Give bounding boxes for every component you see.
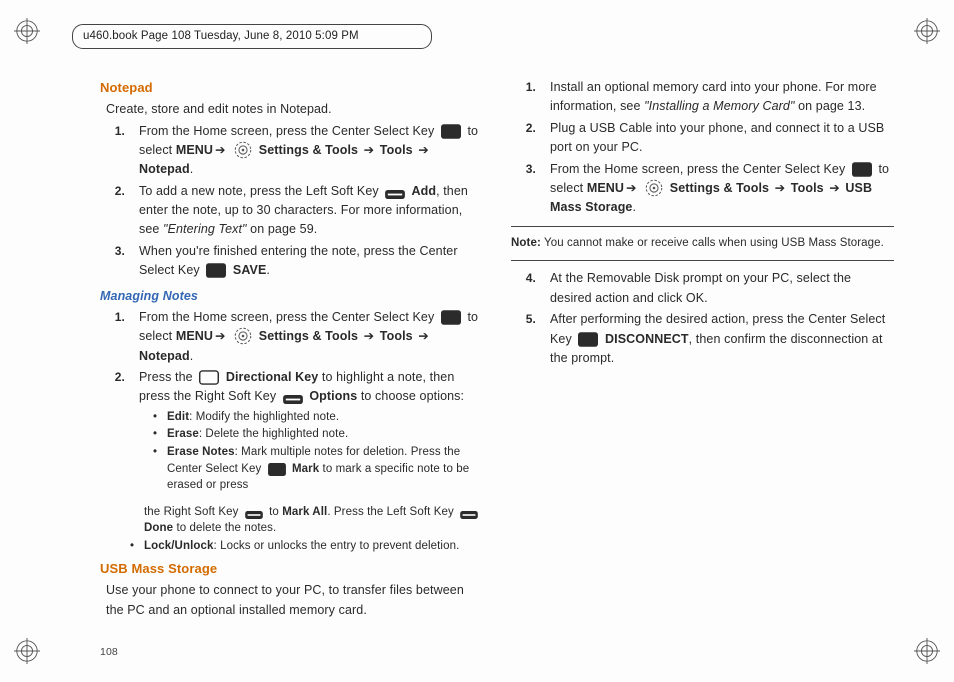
step-number: 2. bbox=[110, 182, 125, 240]
register-mark-br bbox=[914, 638, 940, 664]
settings-gear-icon bbox=[645, 179, 663, 197]
step-body: From the Home screen, press the Center S… bbox=[550, 160, 894, 218]
page-number: 108 bbox=[100, 644, 118, 660]
step-number: 2. bbox=[521, 119, 536, 158]
step-body: Plug a USB Cable into your phone, and co… bbox=[550, 119, 894, 158]
center-select-key-icon bbox=[578, 332, 598, 347]
center-select-key-icon bbox=[852, 162, 872, 177]
center-select-key-icon bbox=[268, 463, 286, 476]
settings-gear-icon bbox=[234, 327, 252, 345]
step-number: 4. bbox=[521, 269, 536, 308]
notepad-intro: Create, store and edit notes in Notepad. bbox=[106, 100, 483, 119]
step-body: To add a new note, press the Left Soft K… bbox=[139, 182, 483, 240]
step-body: At the Removable Disk prompt on your PC,… bbox=[550, 269, 894, 308]
register-mark-tl bbox=[14, 18, 40, 44]
framemaker-header: u460.book Page 108 Tuesday, June 8, 2010… bbox=[72, 24, 432, 49]
center-select-key-icon bbox=[441, 124, 461, 139]
usb-intro: Use your phone to connect to your PC, to… bbox=[106, 581, 483, 620]
step-number: 1. bbox=[110, 122, 125, 180]
left-soft-key-icon bbox=[460, 511, 478, 519]
step-number: 2. bbox=[110, 368, 125, 498]
divider bbox=[511, 226, 894, 227]
heading-managing-notes: Managing Notes bbox=[100, 287, 483, 306]
step-body: Press the Directional Key to highlight a… bbox=[139, 368, 483, 498]
register-mark-bl bbox=[14, 638, 40, 664]
heading-notepad: Notepad bbox=[100, 78, 483, 98]
center-select-key-icon bbox=[441, 310, 461, 325]
right-soft-key-icon bbox=[245, 511, 263, 519]
left-soft-key-icon bbox=[385, 190, 405, 199]
step-body: From the Home screen, press the Center S… bbox=[139, 308, 483, 366]
page-body: Notepad Create, store and edit notes in … bbox=[100, 78, 894, 638]
step-number: 5. bbox=[521, 310, 536, 368]
note-text: Note: You cannot make or receive calls w… bbox=[511, 235, 894, 253]
center-select-key-icon bbox=[206, 263, 226, 278]
step-body: Install an optional memory card into you… bbox=[550, 78, 894, 117]
step-number: 1. bbox=[110, 308, 125, 366]
right-soft-key-icon bbox=[283, 395, 303, 404]
erase-notes-continued: the Right Soft Key to Mark All. Press th… bbox=[144, 504, 483, 536]
heading-usb-mass-storage: USB Mass Storage bbox=[100, 559, 483, 579]
step-body: From the Home screen, press the Center S… bbox=[139, 122, 483, 180]
directional-key-icon bbox=[199, 370, 219, 385]
step-number: 3. bbox=[110, 242, 125, 281]
step-number: 1. bbox=[521, 78, 536, 117]
register-mark-tr bbox=[914, 18, 940, 44]
settings-gear-icon bbox=[234, 141, 252, 159]
step-number: 3. bbox=[521, 160, 536, 218]
step-body: When you're finished entering the note, … bbox=[139, 242, 483, 281]
step-body: After performing the desired action, pre… bbox=[550, 310, 894, 368]
divider bbox=[511, 260, 894, 261]
